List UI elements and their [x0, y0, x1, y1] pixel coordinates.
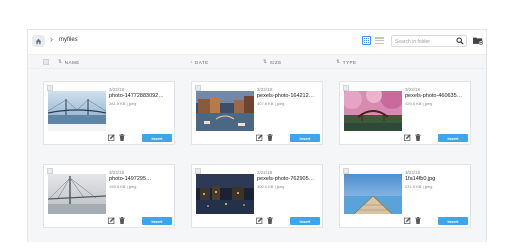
- file-manager: › myfiles ⇅ NAME ↓ DA: [27, 29, 487, 242]
- breadcrumb-current[interactable]: myfiles: [59, 37, 78, 43]
- file-name: 1fa14fb0.jpg: [405, 176, 436, 182]
- trash-icon[interactable]: [119, 134, 125, 141]
- trash-icon[interactable]: [267, 217, 273, 224]
- file-size: 300.0 KB: [257, 184, 274, 189]
- file-date: 3/22/18: [257, 87, 273, 92]
- file-name: pexels-photo-762905…: [257, 176, 315, 182]
- file-thumbnail[interactable]: [344, 174, 402, 214]
- file-type: jpeg: [128, 184, 137, 189]
- column-size[interactable]: ⇅ SIZE: [263, 59, 282, 65]
- file-type: jpeg: [424, 184, 433, 189]
- search-input[interactable]: [395, 37, 455, 46]
- edit-icon[interactable]: [256, 134, 263, 141]
- file-date: 3/22/18: [109, 87, 125, 92]
- trash-icon[interactable]: [267, 134, 273, 141]
- sort-icon: ⇅: [58, 59, 63, 65]
- file-meta: 429.5 KB | jpeg: [405, 101, 433, 106]
- file-meta: 300.0 KB | jpeg: [257, 184, 285, 189]
- trash-icon[interactable]: [119, 217, 125, 224]
- file-card[interactable]: 3/22/18 1fa14fb0.jpg 231.9 KB | jpeg Ins…: [339, 164, 471, 228]
- file-date: 3/22/18: [405, 87, 421, 92]
- grid-view-icon[interactable]: [362, 36, 371, 45]
- file-size: 231.9 KB: [405, 184, 422, 189]
- list-view-icon[interactable]: [375, 37, 384, 44]
- column-header-row: ⇅ NAME ↓ DATE ⇅ SIZE ⇅ TYPE: [28, 54, 486, 69]
- file-card[interactable]: 3/22/18 pexels-photo-762905… 300.0 KB | …: [191, 164, 323, 228]
- file-date: 3/22/18: [257, 170, 273, 175]
- file-name: photo-14772883092…: [109, 93, 164, 99]
- file-meta: 281.5 KB | jpeg: [109, 101, 137, 106]
- file-card[interactable]: 3/22/18 photo-1497295… 199.6 KB | jpeg I…: [43, 164, 175, 228]
- file-thumbnail[interactable]: [196, 91, 254, 131]
- search-icon[interactable]: [456, 37, 464, 45]
- new-folder-icon[interactable]: [473, 36, 483, 45]
- edit-icon[interactable]: [404, 217, 411, 224]
- file-date: 3/22/18: [405, 170, 421, 175]
- file-type: jpeg: [276, 184, 285, 189]
- insert-button[interactable]: Insert: [438, 134, 468, 142]
- file-type: jpeg: [276, 101, 285, 106]
- trash-icon[interactable]: [415, 217, 421, 224]
- insert-button[interactable]: Insert: [290, 217, 320, 225]
- file-thumbnail[interactable]: [48, 174, 106, 214]
- sort-icon: ⇅: [263, 59, 268, 65]
- sort-icon: ⇅: [336, 59, 341, 65]
- file-card[interactable]: 3/22/18 pexels-photo-460635… 429.5 KB | …: [339, 81, 471, 145]
- file-date: 3/22/18: [109, 170, 125, 175]
- file-type: jpeg: [424, 101, 433, 106]
- sort-desc-icon: ↓: [190, 59, 193, 65]
- file-name: pexels-photo-164212…: [257, 93, 315, 99]
- home-icon: [35, 38, 42, 44]
- home-button[interactable]: [32, 35, 45, 47]
- column-type[interactable]: ⇅ TYPE: [336, 59, 356, 65]
- edit-icon[interactable]: [256, 217, 263, 224]
- file-meta: 199.6 KB | jpeg: [109, 184, 137, 189]
- edit-icon[interactable]: [108, 134, 115, 141]
- search-box: [391, 35, 467, 47]
- file-thumbnail[interactable]: [196, 174, 254, 214]
- insert-button[interactable]: Insert: [142, 134, 172, 142]
- chevron-right-icon: ›: [50, 34, 53, 44]
- file-thumbnail[interactable]: [48, 91, 106, 131]
- file-size: 407.6 KB: [257, 101, 274, 106]
- edit-icon[interactable]: [404, 134, 411, 141]
- file-thumbnail[interactable]: [344, 91, 402, 131]
- trash-icon[interactable]: [415, 134, 421, 141]
- column-name[interactable]: ⇅ NAME: [58, 59, 80, 65]
- toolbar: › myfiles: [28, 30, 486, 52]
- file-card[interactable]: 3/22/18 pexels-photo-164212… 407.6 KB | …: [191, 81, 323, 145]
- file-meta: 407.6 KB | jpeg: [257, 101, 285, 106]
- select-all-checkbox[interactable]: [43, 59, 49, 65]
- column-date[interactable]: ↓ DATE: [190, 59, 209, 65]
- edit-icon[interactable]: [108, 217, 115, 224]
- file-name: photo-1497295…: [109, 176, 152, 182]
- file-size: 199.6 KB: [109, 184, 126, 189]
- file-size: 281.5 KB: [109, 101, 126, 106]
- file-name: pexels-photo-460635…: [405, 93, 463, 99]
- file-meta: 231.9 KB | jpeg: [405, 184, 433, 189]
- insert-button[interactable]: Insert: [290, 134, 320, 142]
- file-size: 429.5 KB: [405, 101, 422, 106]
- file-grid: 3/22/18 photo-14772883092… 281.5 KB | jp…: [28, 69, 486, 242]
- insert-button[interactable]: Insert: [438, 217, 468, 225]
- file-type: jpeg: [128, 101, 137, 106]
- file-card[interactable]: 3/22/18 photo-14772883092… 281.5 KB | jp…: [43, 81, 175, 145]
- insert-button[interactable]: Insert: [142, 217, 172, 225]
